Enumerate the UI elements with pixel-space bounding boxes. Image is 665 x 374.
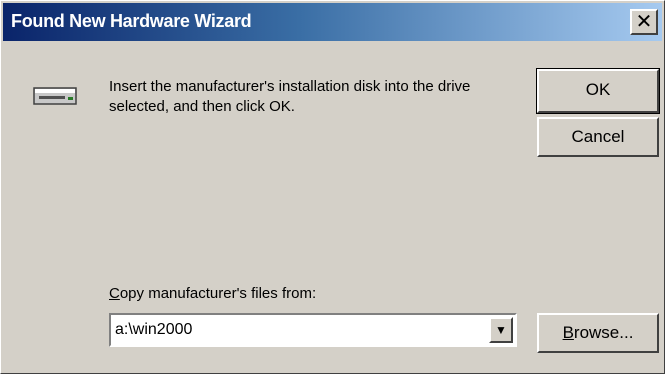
instruction-text: Insert the manufacturer's installation d… [109, 78, 471, 115]
browse-button[interactable]: Browse... [537, 313, 659, 353]
window-title: Found New Hardware Wizard [11, 11, 252, 31]
ok-label: OK [585, 80, 611, 99]
title-bar[interactable]: Found New Hardware Wizard ✕ [3, 3, 662, 41]
copy-from-value[interactable]: a:\win2000 [115, 321, 192, 339]
floppy-drive-icon [33, 87, 77, 105]
copy-from-label-text: opy manufacturer's files from: [119, 285, 317, 302]
cancel-label: Cancel [571, 127, 625, 146]
chevron-down-icon: ▼ [495, 323, 507, 337]
copy-from-combobox[interactable]: a:\win2000 ▼ [109, 313, 517, 347]
close-button[interactable]: ✕ [630, 9, 658, 35]
ok-button[interactable]: OK [536, 68, 660, 114]
dialog-window: Found New Hardware Wizard ✕ Insert the m… [0, 0, 665, 374]
copy-from-mnemonic: C [109, 285, 120, 302]
dropdown-button[interactable]: ▼ [489, 317, 513, 343]
browse-mnemonic: B [562, 323, 574, 342]
browse-label: rowse... [573, 323, 634, 342]
close-icon: ✕ [635, 9, 653, 33]
cancel-button[interactable]: Cancel [537, 117, 659, 157]
copy-from-label: Copy manufacturer's files from: [109, 285, 316, 302]
